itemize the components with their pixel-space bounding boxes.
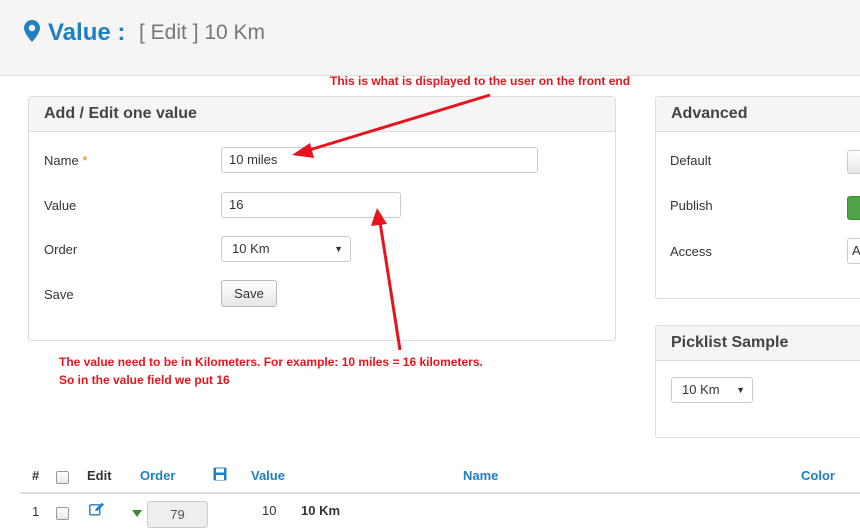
access-label: Access [670, 244, 712, 259]
access-select[interactable]: A [847, 238, 860, 264]
floppy-disk-icon[interactable] [213, 467, 227, 481]
col-header-color[interactable]: Color [801, 468, 835, 483]
chevron-down-icon: ▼ [736, 385, 745, 395]
row-name: 10 Km [301, 503, 341, 518]
col-header-num: # [32, 468, 40, 483]
table-header-divider [20, 492, 860, 494]
select-all-checkbox[interactable] [56, 471, 69, 484]
row-number: 1 [32, 504, 40, 519]
col-header-edit: Edit [87, 468, 112, 483]
picklist-sample-select[interactable]: 10 Km ▼ [671, 377, 753, 403]
picklist-select-value: 10 Km [682, 382, 720, 397]
arrow-to-value-field [371, 208, 402, 351]
row-value: 10 [262, 503, 277, 518]
row-checkbox[interactable] [56, 507, 69, 520]
col-header-value[interactable]: Value [251, 468, 285, 483]
col-header-name[interactable]: Name [463, 468, 498, 483]
default-toggle[interactable] [847, 150, 860, 174]
sort-down-caret-icon[interactable] [132, 510, 142, 517]
advanced-panel-heading: Advanced [656, 97, 860, 132]
picklist-panel-heading: Picklist Sample [656, 326, 860, 361]
publish-toggle[interactable] [847, 196, 860, 220]
edit-pencil-icon[interactable] [89, 502, 105, 516]
col-header-order[interactable]: Order [140, 468, 175, 483]
publish-label: Publish [670, 198, 713, 213]
arrow-to-name-field [292, 93, 491, 158]
default-label: Default [670, 153, 712, 168]
row-order-input[interactable]: 79 [147, 501, 208, 528]
